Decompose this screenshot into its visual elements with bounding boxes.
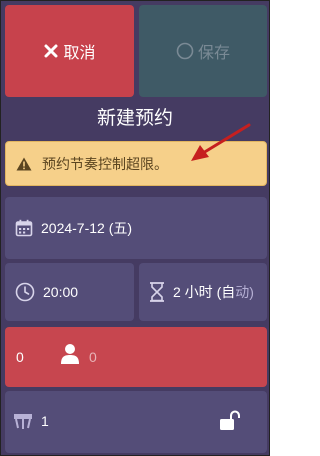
table-field[interactable]: 1: [5, 391, 267, 453]
date-value: 2024-7-12 (五): [41, 220, 133, 236]
adult-count: 0: [16, 349, 24, 365]
alert-message: 预约节奏控制超限。: [42, 155, 168, 172]
time-field[interactable]: 20:00: [5, 263, 134, 321]
table-icon: [12, 411, 34, 434]
save-button[interactable]: 保存: [139, 5, 267, 97]
annotation-arrow: [191, 123, 251, 161]
table-count: 1: [41, 413, 49, 429]
duration-value: 2 小时 (自: [173, 284, 236, 300]
duration-field[interactable]: 2 小时 (自 动): [139, 263, 267, 321]
time-value: 20:00: [43, 284, 79, 300]
cancel-button[interactable]: 取消: [5, 5, 134, 97]
circle-icon: [176, 42, 194, 60]
reservation-screen: 取消 保存 新建预约 预约节奏控制超限。 2024-7-12 (五) 20:00: [0, 0, 270, 456]
person-icon: [60, 343, 80, 368]
calendar-icon: [15, 219, 33, 237]
warning-icon: [16, 157, 32, 171]
guest-count-field[interactable]: 0 0: [5, 327, 267, 387]
date-field[interactable]: 2024-7-12 (五): [5, 197, 267, 259]
cancel-label: 取消: [63, 45, 96, 62]
unlock-icon[interactable]: [218, 410, 240, 435]
save-label: 保存: [197, 45, 230, 62]
duration-value-overflow: 动): [235, 284, 254, 300]
child-count: 0: [89, 349, 97, 365]
close-icon: [43, 43, 59, 59]
hourglass-icon: [149, 282, 165, 302]
clock-icon: [15, 282, 35, 302]
